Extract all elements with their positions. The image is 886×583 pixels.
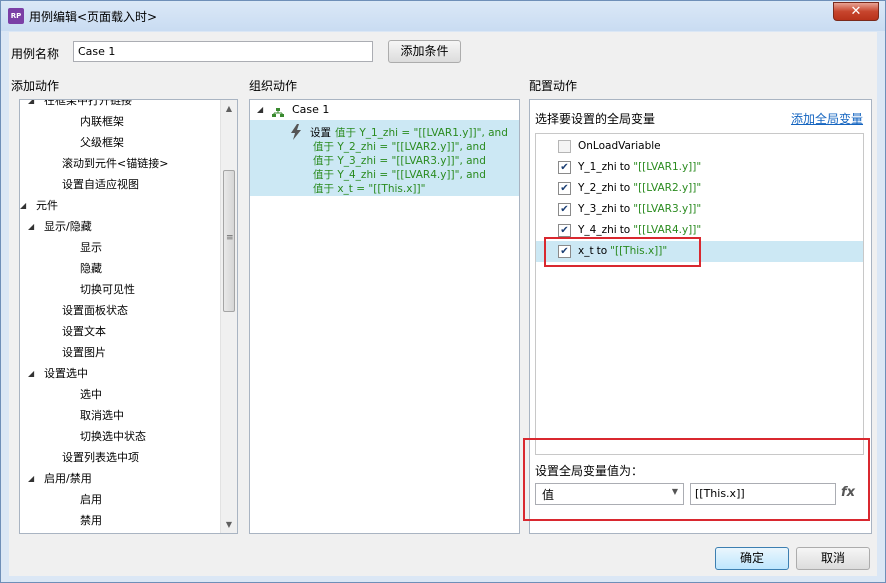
title-bar[interactable]: RP 用例编辑<页面载入时> ✕: [1, 1, 885, 31]
tree-item-label: 切换可见性: [80, 283, 135, 296]
add-action-heading: 添加动作: [11, 79, 60, 93]
var-label: Y_3_zhi to "[[LVAR3.y]]": [578, 203, 701, 215]
tree-item-label: 显示: [80, 241, 102, 254]
var-label: Y_4_zhi to "[[LVAR4.y]]": [578, 224, 701, 236]
var-checkbox[interactable]: ✔: [558, 161, 571, 174]
action-line: 值于 x_t = "[[This.x]]": [313, 183, 426, 195]
dialog-window: RP 用例编辑<页面载入时> ✕ 用例名称 Case 1 添加条件 添加动作 组…: [0, 0, 886, 583]
action-prefix: 设置: [310, 127, 331, 139]
var-value: "[[LVAR3.y]]": [633, 203, 702, 215]
global-var-list[interactable]: OnLoadVariable ✔ Y_1_zhi to "[[LVAR1.y]]" ✔ Y_…: [535, 133, 864, 455]
var-name: OnLoadVariable: [578, 140, 661, 152]
tree-item-label: 移动: [62, 532, 84, 533]
tree-item-label: 取消选中: [80, 409, 124, 422]
configure-action-heading: 配置动作: [529, 79, 578, 93]
grip-icon: ≡: [226, 233, 234, 243]
tree-item-label: 元件: [36, 199, 58, 212]
var-to: to: [619, 182, 631, 194]
action-line: 值于 Y_2_zhi = "[[LVAR2.y]]", and: [313, 141, 486, 153]
scroll-down-icon[interactable]: ▼: [221, 516, 237, 533]
select-global-var-label: 选择要设置的全局变量: [535, 112, 656, 126]
tree-item-label: 设置面板状态: [62, 304, 128, 317]
tree-item-label: 设置自适应视图: [62, 178, 139, 191]
tree-item-label: 选中: [80, 388, 102, 401]
tree-item-label: 设置列表选中项: [62, 451, 139, 464]
var-to: to: [619, 203, 631, 215]
tree-item-label: 显示/隐藏: [44, 220, 92, 233]
action-line: 值于 Y_1_zhi = "[[LVAR1.y]]", and: [335, 127, 508, 139]
tree-item-label: 切换选中状态: [80, 430, 146, 443]
tree-item-label: 滚动到元件<锚链接>: [62, 157, 169, 170]
add-action-tree[interactable]: ◢ 在框架中打开链接 内联框架 父级框架 滚动到元件<锚链接> 设置自适应视图 ◢ 元件 ◢ 显示…: [19, 99, 238, 534]
add-global-var-link[interactable]: 添加全局变量: [791, 110, 863, 127]
var-row[interactable]: ✔ Y_3_zhi to "[[LVAR3.y]]": [536, 199, 863, 220]
scroll-thumb[interactable]: ≡: [223, 170, 235, 312]
lightning-icon: [290, 124, 302, 143]
var-checkbox[interactable]: ✔: [558, 203, 571, 216]
tree-item-label: 设置文本: [62, 325, 106, 338]
expand-triangle-icon[interactable]: ◢: [20, 196, 26, 216]
var-row[interactable]: ✔ Y_2_zhi to "[[LVAR2.y]]": [536, 178, 863, 199]
ok-button[interactable]: 确定: [715, 547, 789, 570]
tree-item-label: 启用/禁用: [44, 472, 92, 485]
case-label: Case 1: [292, 103, 330, 116]
expand-triangle-icon[interactable]: ◢: [28, 217, 34, 237]
var-checkbox[interactable]: ✔: [558, 182, 571, 195]
highlight-box-value: [523, 438, 870, 521]
tree-item-label: 隐藏: [80, 262, 102, 275]
tree-item-label: 启用: [80, 493, 102, 506]
var-checkbox[interactable]: [558, 140, 571, 153]
cancel-button[interactable]: 取消: [796, 547, 870, 570]
expand-triangle-icon[interactable]: ◢: [28, 364, 34, 384]
var-name: Y_2_zhi: [578, 182, 617, 194]
action-line: 值于 Y_4_zhi = "[[LVAR4.y]]", and: [313, 169, 486, 181]
case-name-label: 用例名称: [11, 47, 60, 61]
var-value: "[[LVAR4.y]]": [633, 224, 702, 236]
tree-scrollbar[interactable]: ▲ ≡ ▼: [220, 100, 237, 533]
var-value: "[[LVAR2.y]]": [633, 182, 702, 194]
var-checkbox[interactable]: ✔: [558, 224, 571, 237]
close-button[interactable]: ✕: [833, 2, 879, 21]
var-row[interactable]: ✔ Y_1_zhi to "[[LVAR1.y]]": [536, 157, 863, 178]
tree-item-label: 内联框架: [80, 115, 124, 128]
collapse-triangle-icon[interactable]: ◢: [257, 100, 263, 120]
case-node-icon: [272, 105, 284, 117]
action-line: 值于 Y_3_zhi = "[[LVAR3.y]]", and: [313, 155, 486, 167]
var-value: "[[LVAR1.y]]": [633, 161, 702, 173]
selected-action[interactable]: 设置 值于 Y_1_zhi = "[[LVAR1.y]]", and 值于 Y_…: [250, 120, 519, 196]
var-row[interactable]: OnLoadVariable: [536, 136, 863, 157]
scroll-up-icon[interactable]: ▲: [221, 100, 237, 117]
organize-action-heading: 组织动作: [249, 79, 298, 93]
var-to: to: [619, 161, 631, 173]
tree-item-label: 在框架中打开链接: [44, 99, 132, 107]
case-name-input[interactable]: Case 1: [73, 41, 373, 62]
organize-action-panel[interactable]: ◢ Case 1 设置 值于 Y_1_zhi = "[[LVAR1.y]]", …: [249, 99, 520, 534]
add-condition-button[interactable]: 添加条件: [388, 40, 461, 63]
tree-item-label: 设置选中: [44, 367, 88, 380]
tree-item-label: 设置图片: [62, 346, 106, 359]
expand-triangle-icon[interactable]: ◢: [28, 469, 34, 489]
expand-triangle-icon[interactable]: ◢: [28, 100, 34, 111]
var-to: to: [619, 224, 631, 236]
tree-item-label: 父级框架: [80, 136, 124, 149]
tree-item-label: 禁用: [80, 514, 102, 527]
var-name: Y_1_zhi: [578, 161, 617, 173]
var-label: OnLoadVariable: [578, 140, 661, 152]
var-label: Y_1_zhi to "[[LVAR1.y]]": [578, 161, 701, 173]
axure-app-icon: RP: [8, 8, 24, 24]
window-title: 用例编辑<页面载入时>: [29, 10, 158, 24]
dialog-body: 用例名称 Case 1 添加条件 添加动作 组织动作 配置动作 ◢ 在框架中打开链…: [9, 32, 877, 576]
var-name: Y_3_zhi: [578, 203, 617, 215]
highlight-box-var: [544, 237, 701, 267]
var-name: Y_4_zhi: [578, 224, 617, 236]
var-label: Y_2_zhi to "[[LVAR2.y]]": [578, 182, 701, 194]
